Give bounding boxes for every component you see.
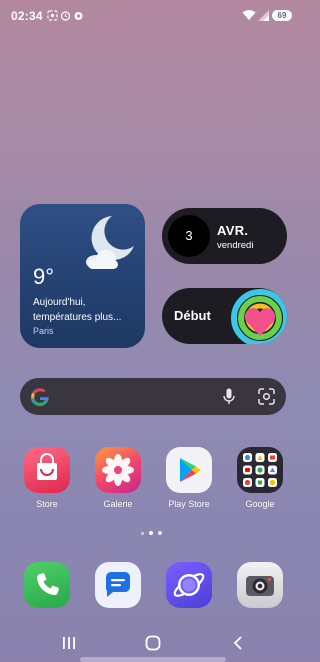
debut-widget[interactable]: Début bbox=[162, 288, 287, 344]
gesture-handle[interactable] bbox=[80, 657, 226, 662]
gallery-icon bbox=[95, 447, 141, 493]
camera-icon bbox=[237, 562, 283, 608]
notification-icon bbox=[74, 12, 83, 20]
recent-apps-icon[interactable] bbox=[62, 636, 76, 650]
status-time: 02:34 bbox=[11, 9, 43, 23]
app-label: Galerie bbox=[103, 499, 133, 509]
app-store[interactable]: Store bbox=[21, 447, 73, 509]
dock-messages[interactable] bbox=[92, 562, 144, 608]
heart-rings-icon bbox=[231, 289, 287, 344]
microphone-icon[interactable] bbox=[223, 388, 235, 405]
weather-temperature: 9° bbox=[33, 264, 55, 289]
play-store-icon bbox=[166, 447, 212, 493]
screenshot-icon bbox=[47, 10, 58, 21]
page-dot-active bbox=[149, 531, 153, 535]
app-gallery[interactable]: Galerie bbox=[92, 447, 144, 509]
navigation-bar bbox=[0, 624, 306, 662]
lens-icon[interactable] bbox=[258, 388, 275, 405]
wifi-icon bbox=[242, 10, 256, 20]
weather-city: Paris bbox=[33, 326, 54, 336]
google-g-icon bbox=[30, 388, 49, 407]
dock-camera[interactable] bbox=[234, 562, 286, 608]
page-dot bbox=[158, 531, 162, 535]
app-label: Google bbox=[245, 499, 275, 509]
phone-icon bbox=[24, 562, 70, 608]
dock-internet[interactable] bbox=[163, 562, 215, 608]
app-google-folder[interactable]: Google bbox=[234, 447, 286, 509]
date-day: 3 bbox=[168, 215, 210, 257]
dock-phone[interactable] bbox=[21, 562, 73, 608]
battery-indicator: 69 bbox=[272, 10, 292, 21]
app-label: Play Store bbox=[168, 499, 210, 509]
app-label: Store bbox=[36, 499, 58, 509]
page-dot-home bbox=[141, 531, 144, 535]
date-widget[interactable]: 3 AVR. vendredi bbox=[162, 208, 287, 264]
weather-description: Aujourd'hui, températures plus... bbox=[33, 297, 122, 323]
home-icon[interactable] bbox=[145, 635, 161, 651]
back-icon[interactable] bbox=[233, 636, 243, 650]
messages-icon bbox=[95, 562, 141, 608]
internet-icon bbox=[166, 562, 212, 608]
status-bar: 02:34 69 bbox=[0, 0, 306, 32]
date-weekday: vendredi bbox=[217, 240, 254, 251]
app-play-store[interactable]: Play Store bbox=[163, 447, 215, 509]
debut-label: Début bbox=[174, 308, 211, 323]
store-icon bbox=[24, 447, 70, 493]
weather-widget[interactable]: 9° Aujourd'hui, températures plus... Par… bbox=[20, 204, 145, 348]
date-month: AVR. bbox=[217, 223, 249, 238]
alarm-icon bbox=[60, 11, 71, 21]
google-search-bar[interactable] bbox=[20, 378, 286, 415]
signal-icon bbox=[258, 10, 269, 21]
google-folder-icon bbox=[237, 447, 283, 493]
night-cloud-icon bbox=[86, 216, 134, 269]
